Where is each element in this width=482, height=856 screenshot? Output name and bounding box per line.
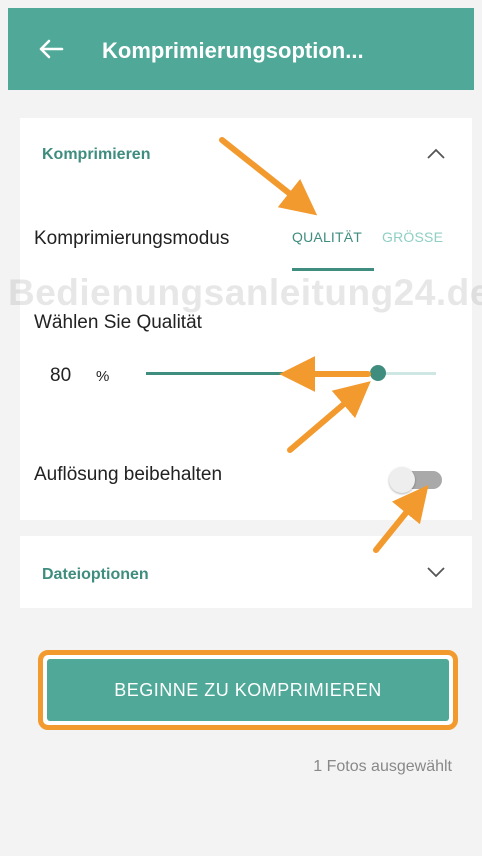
quality-value: 80 <box>50 365 72 386</box>
quality-slider[interactable] <box>146 365 436 381</box>
quality-unit: % <box>96 368 110 385</box>
selected-count: 1 Fotos ausgewählt <box>313 758 452 775</box>
section-title-file-options: Dateioptionen <box>42 566 149 583</box>
file-options-card[interactable]: Dateioptionen <box>20 536 472 608</box>
compression-mode-label: Komprimierungsmodus <box>34 228 230 249</box>
keep-resolution-toggle[interactable] <box>389 467 442 493</box>
quality-slider-fill <box>146 372 378 375</box>
app-bar: Komprimierungsoption... <box>8 8 474 90</box>
toggle-knob <box>389 467 415 493</box>
section-title-compress: Komprimieren <box>42 146 151 163</box>
chevron-down-icon[interactable] <box>426 566 446 578</box>
page-title: Komprimierungsoption... <box>102 38 364 63</box>
quality-slider-thumb[interactable] <box>370 365 386 381</box>
arrow-left-icon[interactable] <box>38 39 64 59</box>
tab-size[interactable]: GRÖSSE <box>382 229 443 245</box>
tab-quality[interactable]: QUALITÄT <box>292 229 362 245</box>
cta-highlight: BEGINNE ZU KOMPRIMIEREN <box>38 650 458 730</box>
quality-label: Wählen Sie Qualität <box>34 312 202 333</box>
watermark: Bedienungsanleitung24.de <box>8 272 482 313</box>
tab-quality-indicator <box>292 268 374 271</box>
chevron-up-icon[interactable] <box>426 148 446 160</box>
start-compress-button[interactable]: BEGINNE ZU KOMPRIMIEREN <box>47 659 449 721</box>
compress-card: Komprimieren Komprimierungsmodus QUALITÄ… <box>20 118 472 520</box>
keep-resolution-label: Auflösung beibehalten <box>34 464 223 485</box>
